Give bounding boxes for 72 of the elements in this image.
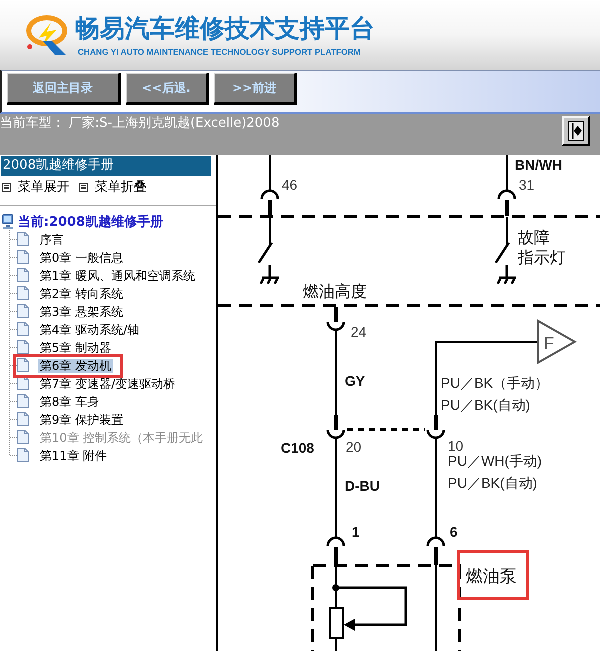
document-icon	[17, 394, 29, 408]
connector-icon	[426, 415, 446, 440]
tree-item[interactable]: 第3章 悬架系统	[38, 304, 126, 318]
tree-item[interactable]: 第4章 驱动系统/轴	[38, 322, 142, 336]
site-title: 畅易汽车维修技术支持平台	[75, 14, 375, 43]
connector-icon	[426, 536, 446, 565]
connector-icon	[498, 190, 516, 216]
collapse-menu-link[interactable]: 菜单折叠	[79, 178, 147, 196]
component-label: 故障 指示灯	[518, 228, 566, 267]
document-icon	[17, 322, 29, 336]
pin-number: 31	[519, 177, 535, 193]
tree-item[interactable]: 第11章 附件	[38, 448, 110, 462]
potentiometer-icon	[329, 586, 408, 639]
tree-item[interactable]: 序言	[38, 232, 66, 246]
document-icon	[17, 268, 29, 282]
wire-color-label: D-BU	[345, 478, 380, 494]
pin-number: 46	[282, 177, 298, 193]
tree-item[interactable]: 第6章 发动机	[38, 358, 114, 372]
wire-color-label: PU／BK(自动)	[448, 475, 538, 491]
tree-item[interactable]: 第0章 一般信息	[38, 250, 126, 264]
site-subtitle: CHANG YI AUTO MAINTENANCE TECHNOLOGY SUPPORT PLATFORM	[78, 47, 361, 57]
menu-box-icon	[79, 182, 88, 192]
wire-color-label: GY	[345, 373, 366, 389]
tree-item[interactable]: 第9章 保护装置	[38, 412, 126, 426]
document-icon	[17, 430, 29, 444]
pin-number: 6	[450, 524, 458, 540]
document-icon	[17, 286, 29, 300]
pin-number: 1	[352, 524, 360, 540]
wire-color-label: PU／BK(自动)	[441, 397, 530, 413]
document-icon	[17, 304, 29, 318]
tree-root-label: 当前:2008凯越维修手册	[18, 214, 164, 230]
current-model-text: 当前车型： 厂家:S-上海别克凯越(Excelle)2008	[0, 116, 280, 132]
wire-color-label: BN/WH	[515, 157, 562, 173]
pin-number: 24	[351, 324, 367, 340]
logo-icon	[24, 14, 68, 56]
tree-item[interactable]: 第7章 变速器/变速驱动桥	[38, 376, 178, 390]
component-label: 燃油泵	[466, 567, 517, 587]
document-icon	[17, 232, 29, 246]
wire-color-label: PU／WH(手动)	[448, 453, 542, 469]
connector-icon	[326, 307, 346, 332]
connector-label: C108	[281, 440, 314, 456]
connector-flag	[537, 319, 578, 365]
document-icon	[17, 448, 29, 462]
wire	[269, 217, 271, 244]
ground-icon	[260, 264, 280, 286]
sidebar-title: 2008凯越维修手册	[1, 156, 211, 176]
junction-dot-icon	[332, 584, 340, 592]
connector-icon	[260, 190, 280, 216]
pin-number: 10	[448, 438, 464, 454]
ground-icon	[496, 264, 518, 286]
switch-icon	[258, 242, 274, 264]
document-icon	[17, 340, 29, 354]
connector-icon	[326, 415, 346, 440]
wire	[506, 217, 508, 244]
tree-item[interactable]: 第8章 车身	[38, 394, 102, 408]
flag-label: F	[544, 334, 554, 353]
pin-number: 20	[346, 439, 362, 455]
wire-color-label: PU／BK（手动）	[441, 375, 550, 391]
document-icon	[17, 358, 29, 372]
panel-toggle-button[interactable]	[562, 116, 590, 146]
computer-icon	[2, 214, 14, 230]
switch-icon	[494, 242, 510, 264]
tree-item[interactable]: 第5章 制动器	[38, 340, 114, 354]
tree-item[interactable]: 第2章 转向系统	[38, 286, 126, 300]
tree-item[interactable]: 第1章 暖风、通风和空调系统	[38, 268, 198, 282]
wire	[506, 155, 508, 192]
connector-icon	[326, 536, 346, 565]
document-icon	[17, 250, 29, 264]
expand-menu-link[interactable]: 菜单展开	[2, 178, 70, 196]
sensor-label: 燃油高度	[303, 282, 367, 301]
document-icon	[17, 412, 29, 426]
wire	[269, 155, 271, 192]
